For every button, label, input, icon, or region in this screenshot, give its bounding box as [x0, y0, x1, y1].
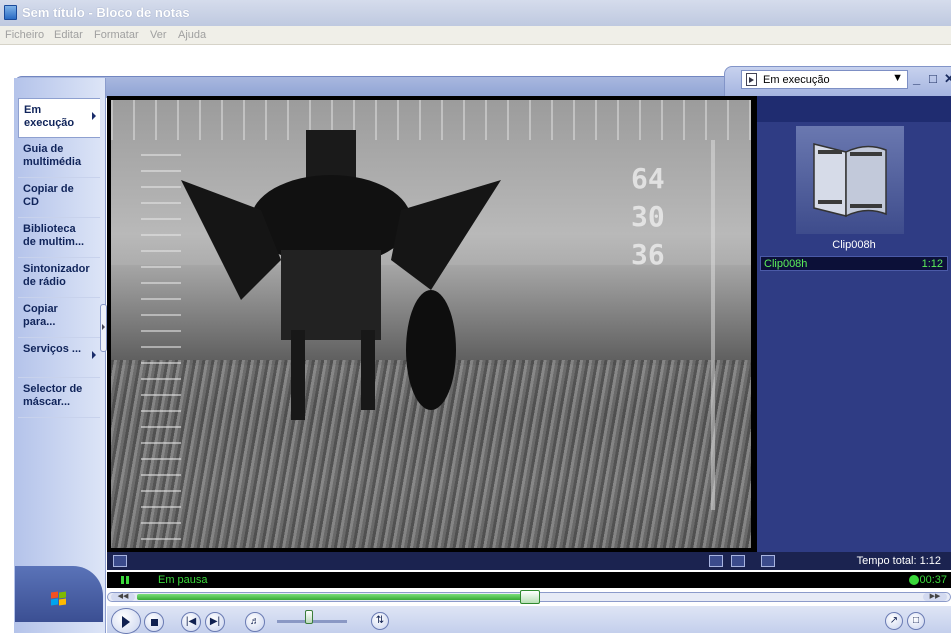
video-frame: 64 30 36: [111, 100, 751, 548]
playlist-item-duration: 1:12: [921, 258, 943, 270]
total-time: Tempo total: 1:12: [856, 555, 941, 567]
lander-craft-silhouette: [181, 130, 501, 420]
menu-ver[interactable]: Ver: [150, 29, 167, 41]
hud-number-2: 30: [631, 200, 665, 233]
seek-handle[interactable]: [519, 590, 540, 604]
playlist-doc-icon: [746, 73, 757, 86]
pause-status-icon: [121, 576, 129, 584]
menu-formatar[interactable]: Formatar: [94, 29, 139, 41]
playlist-header-band: [757, 96, 951, 122]
hud-number-3: 36: [631, 238, 665, 271]
skin-mode-button[interactable]: ↗: [885, 612, 903, 630]
clock-icon: [909, 575, 919, 585]
view-options-button[interactable]: [113, 555, 127, 567]
fit-video-button[interactable]: [709, 555, 723, 567]
close-button[interactable]: ✕: [944, 71, 951, 87]
minimize-button[interactable]: _: [913, 71, 920, 86]
elapsed-time: 00:37: [919, 574, 947, 586]
sidebar-item-label: Guia de multimédia: [23, 143, 82, 168]
taskbar-toggle-handle[interactable]: [100, 304, 107, 352]
windows-flag-icon: [51, 591, 67, 606]
compact-mode-button[interactable]: □: [907, 612, 925, 630]
mute-button[interactable]: ♬: [245, 612, 265, 632]
maximize-button[interactable]: □: [929, 71, 937, 86]
now-playing-dropdown-label: Em execução: [763, 74, 830, 86]
sidebar-item-label: Copiar de CD: [23, 183, 74, 208]
sidebar-item[interactable]: Selector de máscar...: [18, 378, 100, 418]
menu-editar[interactable]: Editar: [54, 29, 83, 41]
menu-ficheiro[interactable]: Ficheiro: [5, 29, 44, 41]
sidebar-item-label: Biblioteca de multim...: [23, 223, 85, 248]
equalizer-button[interactable]: ⇅: [371, 612, 389, 630]
sidebar-item[interactable]: Guia de multimédia: [18, 138, 100, 178]
feature-taskbar: Em execução Guia de multimédia Copiar de C…: [14, 78, 106, 633]
film-strip-icon: [813, 143, 887, 218]
transport-controls: |◀ ▶| ♬ ⇅ ↗ □: [107, 606, 951, 634]
feature-taskbar-list: Em execução Guia de multimédia Copiar de C…: [18, 98, 100, 418]
playlist-options-button[interactable]: [761, 555, 775, 567]
playback-state: Em pausa: [158, 574, 208, 586]
playlist-item-name: Clip008h: [764, 258, 808, 270]
windows-logo-panel: [15, 566, 103, 622]
chevron-right-icon: [92, 112, 96, 120]
sidebar-item[interactable]: Sintonizador de rádio: [18, 258, 100, 298]
chevron-right-icon: [92, 351, 96, 359]
now-playing-dropdown[interactable]: Em execução ▼: [741, 70, 908, 89]
playlist-pane: Clip008h Clip008h 1:12: [757, 96, 951, 552]
sidebar-item[interactable]: Serviços ...: [18, 338, 100, 378]
menu-ajuda[interactable]: Ajuda: [178, 29, 206, 41]
video-toolbar: [107, 552, 757, 570]
now-playing-header: Em execução ▼ _ □ ✕: [724, 66, 951, 96]
sidebar-item-label: Selector de máscar...: [23, 383, 83, 408]
playlist-toolbar: Tempo total: 1:12: [757, 552, 951, 570]
play-button[interactable]: [111, 608, 141, 634]
hud-number-1: 64: [631, 162, 665, 195]
seek-progress: [137, 594, 530, 600]
rewind-end-icon[interactable]: ◀◀: [111, 593, 135, 601]
sidebar-item[interactable]: Biblioteca de multim...: [18, 218, 100, 258]
album-art[interactable]: [796, 126, 904, 234]
playlist-item[interactable]: Clip008h 1:12: [760, 256, 948, 271]
video-display[interactable]: 64 30 36: [107, 96, 757, 552]
sidebar-item-label: Em execução: [24, 104, 75, 129]
sidebar-item[interactable]: Copiar de CD: [18, 178, 100, 218]
chevron-down-icon: ▼: [892, 72, 903, 84]
hud-readout: 64 30 36: [631, 160, 665, 274]
notepad-icon: [4, 5, 17, 20]
sidebar-item-label: Serviços ...: [23, 343, 82, 355]
notepad-title: Sem título - Bloco de notas: [22, 5, 190, 20]
notepad-menubar: Ficheiro Editar Formatar Ver Ajuda: [0, 26, 951, 45]
media-player-window: Em execução ▼ _ □ ✕ Em execução Guia de m…: [14, 66, 951, 634]
seek-bar[interactable]: ◀◀ ▶▶: [107, 590, 951, 604]
sidebar-item[interactable]: Em execução: [18, 98, 100, 138]
next-button[interactable]: ▶|: [205, 612, 225, 632]
full-screen-button[interactable]: [731, 555, 745, 567]
notepad-titlebar: Sem título - Bloco de notas: [0, 0, 951, 26]
forward-end-icon[interactable]: ▶▶: [923, 593, 947, 601]
sidebar-item-label: Sintonizador de rádio: [23, 263, 90, 288]
volume-slider[interactable]: [304, 610, 313, 624]
stop-button[interactable]: [144, 612, 164, 632]
sidebar-item[interactable]: Copiar para...: [18, 298, 100, 338]
album-art-label: Clip008h: [832, 239, 876, 251]
sidebar-item-label: Copiar para...: [23, 303, 58, 328]
status-bar: Em pausa 00:37: [107, 572, 951, 588]
hud-frame-line: [711, 140, 715, 510]
previous-button[interactable]: |◀: [181, 612, 201, 632]
